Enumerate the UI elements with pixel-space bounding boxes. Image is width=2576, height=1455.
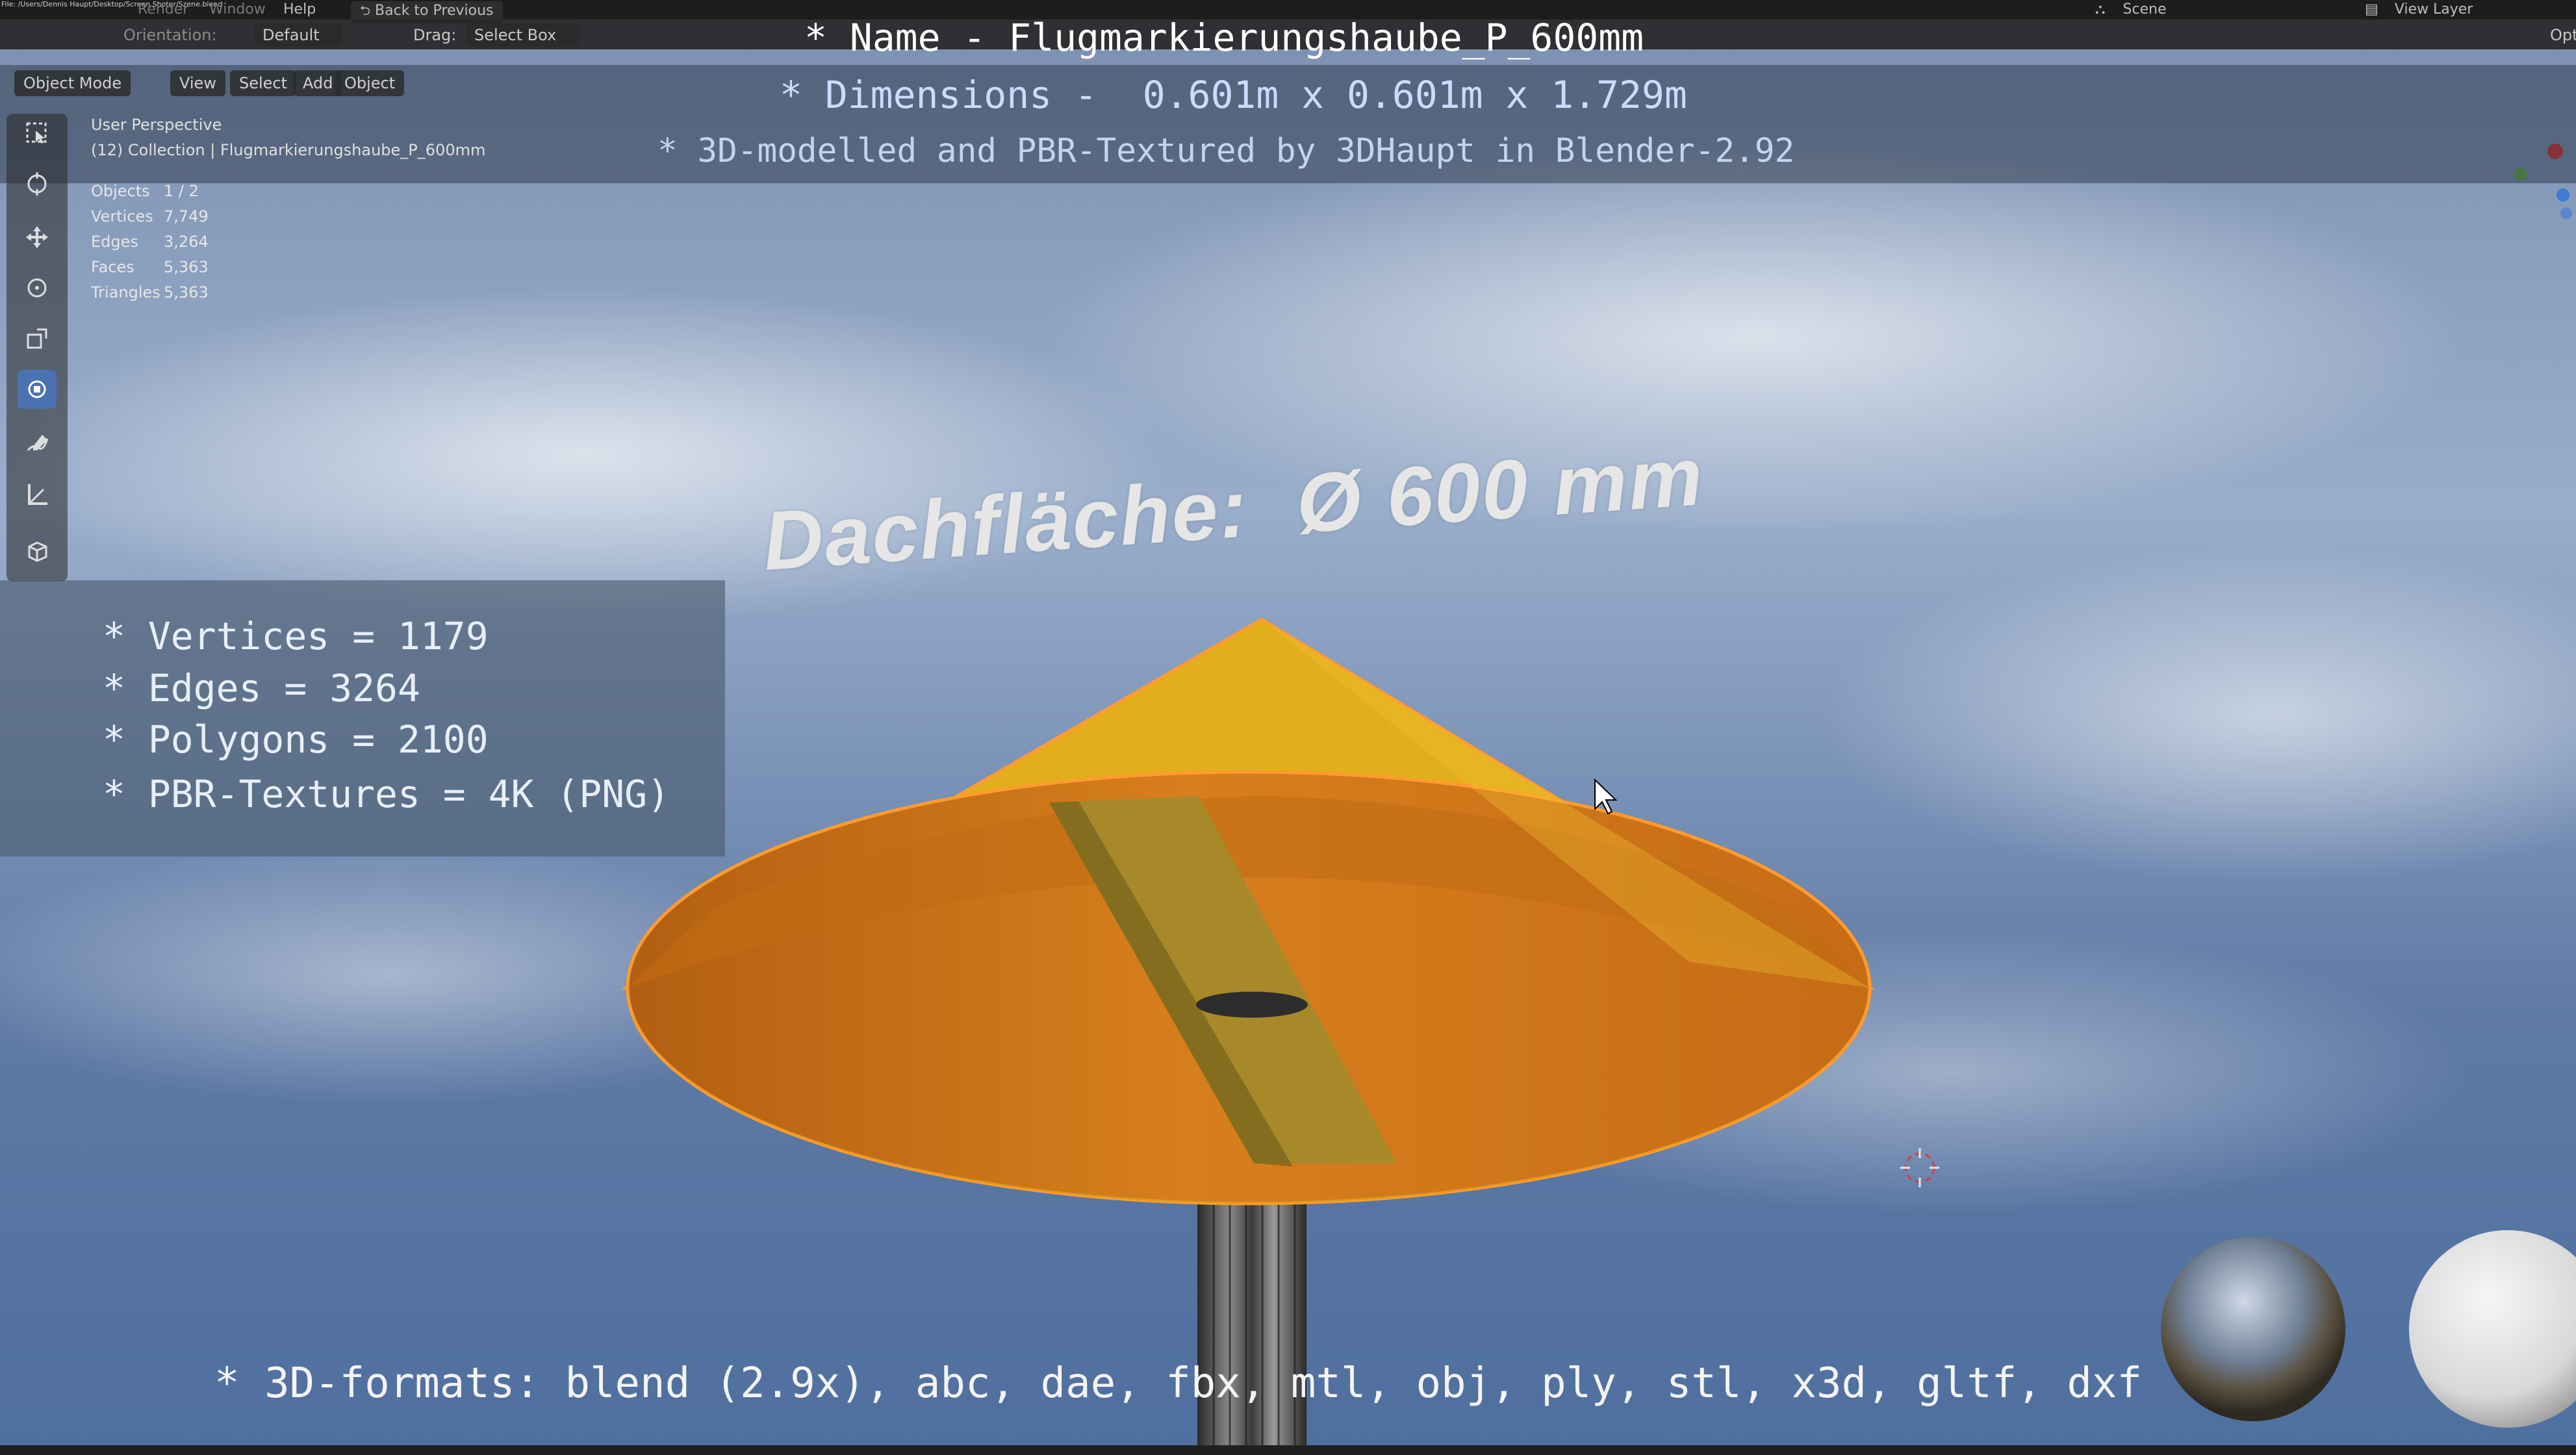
scene-statistics: Objects 1 / 2 Vertices 7,749 Edges 3,264… bbox=[91, 182, 286, 312]
object-menu[interactable]: Object bbox=[335, 70, 405, 96]
cursor-tool-icon[interactable] bbox=[18, 164, 57, 203]
mesh-edges-line: * Edges = 3264 bbox=[103, 666, 420, 710]
stat-vertices-label: Vertices bbox=[91, 207, 153, 225]
name-title: * Name - Flugmarkierungshaube_P_600mm bbox=[804, 16, 1644, 60]
stat-faces-label: Faces bbox=[91, 258, 134, 276]
view-layer-icon: ▤ bbox=[2365, 1, 2378, 18]
options-button[interactable]: Opti bbox=[2550, 26, 2576, 44]
annotate-tool-icon[interactable] bbox=[18, 424, 57, 463]
stat-objects-value: 1 / 2 bbox=[164, 182, 199, 200]
orientation-value: Default bbox=[262, 26, 320, 44]
tool-shelf bbox=[6, 114, 68, 582]
drag-dropdown[interactable]: Select Box bbox=[466, 23, 580, 47]
scene-selector[interactable]: ⛬ Scene bbox=[2095, 1, 2166, 18]
scene-icon: ⛬ bbox=[2095, 1, 2106, 18]
orientation-dropdown[interactable]: Default bbox=[255, 23, 343, 47]
stat-objects-label: Objects bbox=[91, 182, 150, 200]
dimensions-title: * Dimensions - 0.601m x 0.601m x 1.729m bbox=[780, 73, 1687, 117]
back-icon: ⮌ bbox=[360, 3, 371, 18]
stat-edges-label: Edges bbox=[91, 233, 138, 251]
stat-triangles-value: 5,363 bbox=[164, 283, 209, 302]
view-layer-label: View Layer bbox=[2394, 1, 2473, 18]
viewport-perspective: User Perspective bbox=[91, 116, 222, 134]
drag-value: Select Box bbox=[474, 26, 557, 44]
add-cube-tool-icon[interactable] bbox=[18, 531, 57, 570]
back-to-previous-label: Back to Previous bbox=[375, 3, 494, 19]
stat-faces-value: 5,363 bbox=[164, 258, 209, 276]
stat-vertices-value: 7,749 bbox=[164, 207, 209, 225]
object-mode-dropdown[interactable]: Object Mode bbox=[14, 70, 131, 96]
stat-triangles-label: Triangles bbox=[91, 283, 160, 302]
rotate-tool-icon[interactable] bbox=[18, 268, 57, 307]
scene-label: Scene bbox=[2123, 1, 2167, 18]
transform-tool-icon[interactable] bbox=[18, 370, 57, 409]
file-path-text: File: /Users/Dennis Haupt/Desktop/Screen… bbox=[1, 0, 223, 8]
stat-edges-value: 3,264 bbox=[164, 233, 209, 251]
view-menu[interactable]: View bbox=[170, 70, 225, 96]
mesh-vertices-line: * Vertices = 1179 bbox=[103, 614, 489, 658]
view-layer-selector[interactable]: ▤ View Layer bbox=[2365, 1, 2473, 18]
mesh-polygons-line: * Polygons = 2100 bbox=[103, 717, 489, 762]
menu-render[interactable]: Render bbox=[138, 1, 188, 18]
orientation-label: Orientation: bbox=[123, 26, 217, 44]
menu-help[interactable]: Help bbox=[283, 1, 316, 18]
formats-caption: * 3D-formats: blend (2.9x), abc, dae, fb… bbox=[214, 1359, 2142, 1408]
select-menu[interactable]: Select bbox=[230, 70, 297, 96]
credit-title: * 3D-modelled and PBR-Textured by 3DHaup… bbox=[657, 132, 1795, 170]
measure-tool-icon[interactable] bbox=[18, 475, 57, 514]
scale-tool-icon[interactable] bbox=[18, 319, 57, 358]
menu-window[interactable]: Window bbox=[209, 1, 266, 18]
drag-label: Drag: bbox=[413, 26, 457, 44]
status-bar bbox=[0, 1445, 2576, 1455]
viewport-collection: (12) Collection | Flugmarkierungshaube_P… bbox=[91, 141, 486, 159]
move-tool-icon[interactable] bbox=[18, 218, 57, 257]
select-box-tool-icon[interactable] bbox=[18, 114, 57, 153]
mesh-textures-line: * PBR-Textures = 4K (PNG) bbox=[103, 772, 670, 816]
